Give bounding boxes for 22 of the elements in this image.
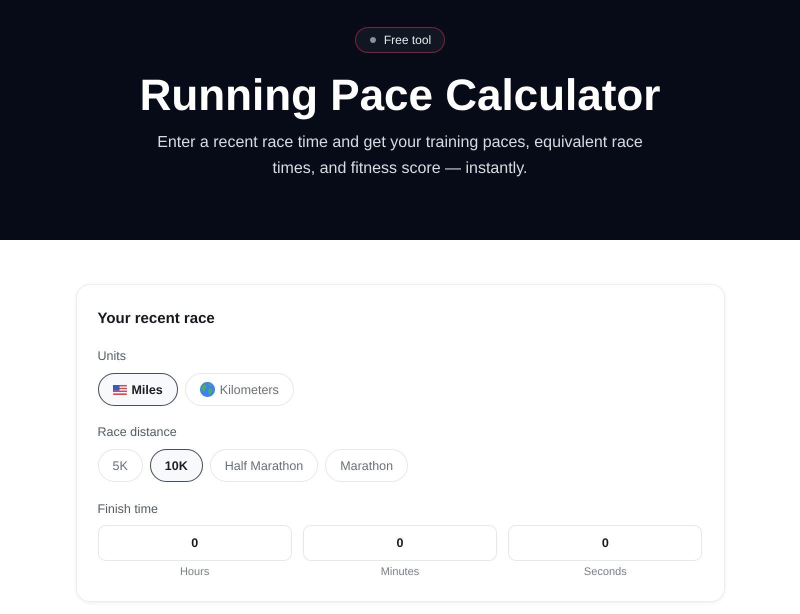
badge-label: Free tool — [384, 33, 432, 47]
units-label: Units — [98, 348, 126, 364]
distance-option-button[interactable]: 10K — [150, 449, 203, 482]
globe-icon — [200, 382, 215, 397]
time-input-field[interactable]: 0 — [302, 525, 498, 561]
dot-icon — [370, 37, 376, 43]
page-title: Running Pace Calculator — [138, 70, 662, 122]
card-title: Your recent race — [98, 309, 215, 329]
time-input-field[interactable]: 0 — [98, 525, 292, 561]
field-caption: Minutes — [380, 565, 420, 579]
page-subtitle: Enter a recent race time and get your training paces, equivalent race times, and fitness score — instantly. — [156, 133, 644, 179]
field-caption: Seconds — [584, 565, 627, 579]
unit-option-button[interactable]: Miles — [98, 373, 178, 406]
time-input-field[interactable]: 0 — [508, 525, 702, 561]
field-caption: Hours — [180, 565, 210, 579]
distance-option-button[interactable]: Half Marathon — [210, 449, 318, 482]
unit-option-button[interactable]: Kilometers — [184, 373, 294, 406]
distance-option-button[interactable]: Marathon — [325, 449, 408, 482]
distance-option-button[interactable]: 5K — [98, 449, 143, 482]
distance-label: Race distance — [98, 424, 177, 440]
flag-icon — [112, 384, 126, 394]
finish-time-label: Finish time — [98, 501, 158, 517]
